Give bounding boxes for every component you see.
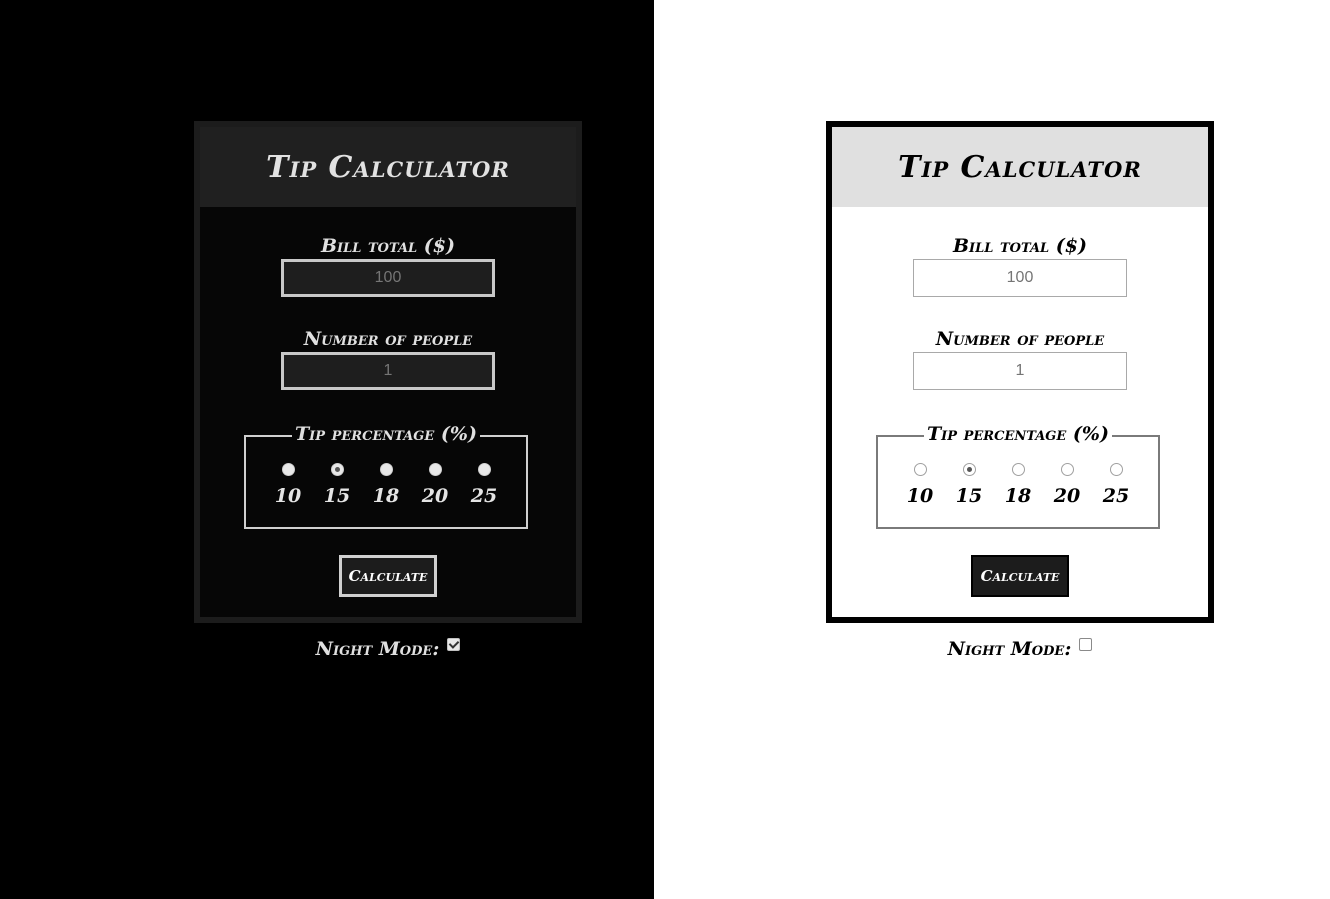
- tip-radio-10[interactable]: [913, 463, 927, 476]
- tip-option-20[interactable]: 20: [421, 463, 449, 507]
- tip-percentage-group: Tip percentage (%) 10 15 18 20 25: [876, 423, 1160, 529]
- bill-total-input[interactable]: [281, 259, 495, 297]
- number-of-people-input[interactable]: [281, 352, 495, 390]
- tip-radio-25[interactable]: [477, 463, 491, 476]
- night-mode-label: Night Mode:: [947, 638, 1072, 660]
- tip-option-label: 15: [955, 485, 983, 507]
- tip-calculator-card: Tip Calculator Bill total ($) Number of …: [194, 121, 582, 623]
- tip-option-18[interactable]: 18: [372, 463, 400, 507]
- tip-radio-20[interactable]: [428, 463, 442, 476]
- number-of-people-field: Number of people: [832, 328, 1208, 390]
- bill-total-label: Bill total ($): [952, 235, 1088, 257]
- number-of-people-label: Number of people: [303, 328, 473, 350]
- tip-option-label: 15: [323, 485, 351, 507]
- bill-total-input[interactable]: [913, 259, 1127, 297]
- tip-option-10[interactable]: 10: [274, 463, 302, 507]
- number-of-people-field: Number of people: [200, 328, 576, 390]
- calculate-button[interactable]: Calculate: [971, 555, 1069, 597]
- tip-radio-20[interactable]: [1060, 463, 1074, 476]
- bill-total-field: Bill total ($): [200, 235, 576, 297]
- bill-total-field: Bill total ($): [832, 235, 1208, 297]
- tip-options: 10 15 18 20 25: [878, 463, 1158, 507]
- tip-radio-10[interactable]: [281, 463, 295, 476]
- tip-option-label: 25: [470, 485, 498, 507]
- tip-option-25[interactable]: 25: [1102, 463, 1130, 507]
- tip-option-20[interactable]: 20: [1053, 463, 1081, 507]
- tip-option-10[interactable]: 10: [906, 463, 934, 507]
- night-mode-checkbox[interactable]: [1079, 638, 1093, 651]
- tip-percentage-label: Tip percentage (%): [292, 423, 480, 445]
- tip-radio-15[interactable]: [962, 463, 976, 476]
- night-mode-toggle: Night Mode:: [826, 638, 1214, 660]
- tip-percentage-label: Tip percentage (%): [924, 423, 1112, 445]
- tip-option-15[interactable]: 15: [323, 463, 351, 507]
- bill-total-label: Bill total ($): [320, 235, 456, 257]
- light-mode-pane: Tip Calculator Bill total ($) Number of …: [654, 0, 1330, 899]
- tip-percentage-group: Tip percentage (%) 10 15 18 20 25: [244, 423, 528, 529]
- tip-percentage-legend: Tip percentage (%): [878, 423, 1158, 445]
- page-title: Tip Calculator: [266, 149, 510, 185]
- tip-option-label: 10: [274, 485, 302, 507]
- tip-option-25[interactable]: 25: [470, 463, 498, 507]
- tip-radio-18[interactable]: [379, 463, 393, 476]
- tip-radio-25[interactable]: [1109, 463, 1123, 476]
- tip-option-18[interactable]: 18: [1004, 463, 1032, 507]
- tip-option-label: 20: [1053, 485, 1081, 507]
- night-mode-label: Night Mode:: [315, 638, 440, 660]
- tip-option-label: 20: [421, 485, 449, 507]
- calculate-button[interactable]: Calculate: [339, 555, 437, 597]
- number-of-people-label: Number of people: [935, 328, 1105, 350]
- tip-options: 10 15 18 20 25: [246, 463, 526, 507]
- night-mode-checkbox[interactable]: [447, 638, 461, 651]
- tip-option-label: 18: [372, 485, 400, 507]
- tip-option-label: 18: [1004, 485, 1032, 507]
- number-of-people-input[interactable]: [913, 352, 1127, 390]
- tip-radio-18[interactable]: [1011, 463, 1025, 476]
- tip-option-label: 25: [1102, 485, 1130, 507]
- dark-mode-pane: Tip Calculator Bill total ($) Number of …: [0, 0, 654, 899]
- night-mode-toggle: Night Mode:: [194, 638, 582, 660]
- card-header: Tip Calculator: [832, 127, 1208, 207]
- tip-option-label: 10: [906, 485, 934, 507]
- tip-radio-15[interactable]: [330, 463, 344, 476]
- tip-percentage-legend: Tip percentage (%): [246, 423, 526, 445]
- tip-calculator-card: Tip Calculator Bill total ($) Number of …: [826, 121, 1214, 623]
- tip-option-15[interactable]: 15: [955, 463, 983, 507]
- page-title: Tip Calculator: [898, 149, 1142, 185]
- card-header: Tip Calculator: [200, 127, 576, 207]
